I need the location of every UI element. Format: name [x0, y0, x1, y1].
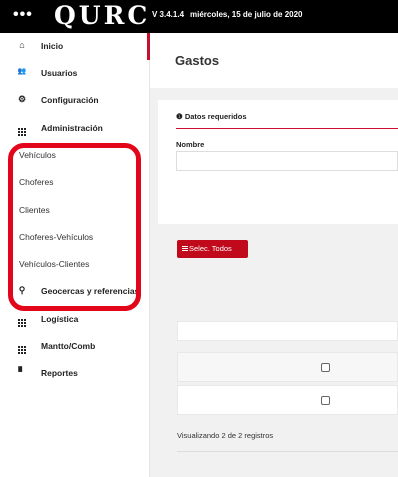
submenu-item-label: Vehículos-Clientes [19, 259, 90, 269]
submenu-item-label: Choferes [19, 177, 54, 187]
sidebar-item-configuracion[interactable]: ⚙ Configuración [0, 87, 150, 113]
sidebar: ⌂ Inicio 👥 Usuarios ⚙ Configuración Admi… [0, 33, 150, 477]
info-icon: ❶ [176, 112, 185, 121]
sidebar-item-inicio[interactable]: ⌂ Inicio [0, 33, 150, 59]
section-divider [176, 128, 398, 129]
form-panel: ❶ Datos requeridos Nombre [158, 100, 398, 224]
main-content: Gastos ❶ Datos requeridos Nombre Selec. … [150, 33, 398, 477]
document-icon: ▘ [18, 367, 26, 377]
grid-icon [17, 313, 27, 327]
sidebar-item-mantto-comb[interactable]: Mantto/Comb [0, 333, 150, 359]
sidebar-item-label: Administración [41, 123, 103, 133]
name-input[interactable] [176, 151, 398, 171]
app-logo[interactable]: QURC [54, 1, 150, 30]
submenu-item-vehiculos-clientes[interactable]: Vehículos-Clientes [0, 251, 150, 277]
sidebar-item-label: Mantto/Comb [41, 341, 96, 351]
sidebar-item-reportes[interactable]: ▘ Reportes [0, 360, 150, 386]
grid-icon [17, 122, 27, 136]
records-count: Visualizando 2 de 2 registros [177, 431, 274, 440]
select-all-button[interactable]: Selec. Todos [177, 240, 248, 258]
date-label: miércoles, 15 de julio de 2020 [190, 10, 303, 19]
submenu-item-label: Choferes-Vehículos [19, 232, 94, 242]
home-icon: ⌂ [19, 40, 25, 50]
submenu-item-label: Vehículos [19, 150, 56, 160]
table-row[interactable] [177, 352, 398, 382]
sidebar-item-label: Logística [41, 314, 79, 324]
sidebar-item-label: Inicio [41, 41, 64, 51]
submenu-item-label: Clientes [19, 205, 50, 215]
page-header: Gastos [150, 33, 398, 88]
required-fields-label: ❶ Datos requeridos [176, 112, 247, 121]
map-marker-icon: ⚲ [18, 285, 26, 295]
sidebar-item-geocercas[interactable]: ⚲ Geocercas y referencias [0, 278, 150, 304]
sidebar-item-label: Geocercas y referencias [41, 286, 140, 296]
users-icon: 👥 [17, 68, 27, 75]
page-title: Gastos [175, 53, 220, 68]
submenu-item-choferes-vehiculos[interactable]: Choferes-Vehículos [0, 224, 150, 250]
sidebar-item-usuarios[interactable]: 👥 Usuarios [0, 60, 150, 86]
footer-divider [177, 451, 398, 452]
gear-icon: ⚙ [17, 94, 27, 104]
table-header [177, 321, 398, 341]
sidebar-item-logistica[interactable]: Logística [0, 306, 150, 332]
submenu-item-clientes[interactable]: Clientes [0, 197, 150, 223]
ellipsis-icon[interactable]: ••• [13, 6, 33, 24]
name-label: Nombre [176, 140, 205, 149]
top-bar: ••• QURC V 3.4.1.4 miércoles, 15 de juli… [0, 0, 398, 33]
list-icon [182, 246, 188, 251]
grid-icon [17, 340, 27, 354]
sidebar-item-label: Usuarios [41, 68, 78, 78]
table-row[interactable] [177, 385, 398, 415]
sidebar-item-label: Configuración [41, 95, 99, 105]
submenu-item-vehiculos[interactable]: Vehículos [0, 142, 150, 168]
sidebar-item-label: Reportes [41, 368, 78, 378]
row-checkbox[interactable] [321, 396, 330, 405]
row-checkbox[interactable] [321, 363, 330, 372]
sidebar-item-administracion[interactable]: Administración [0, 115, 150, 141]
version-label: V 3.4.1.4 [152, 10, 185, 19]
select-all-label: Selec. Todos [189, 244, 232, 253]
submenu-item-choferes[interactable]: Choferes [0, 169, 150, 195]
